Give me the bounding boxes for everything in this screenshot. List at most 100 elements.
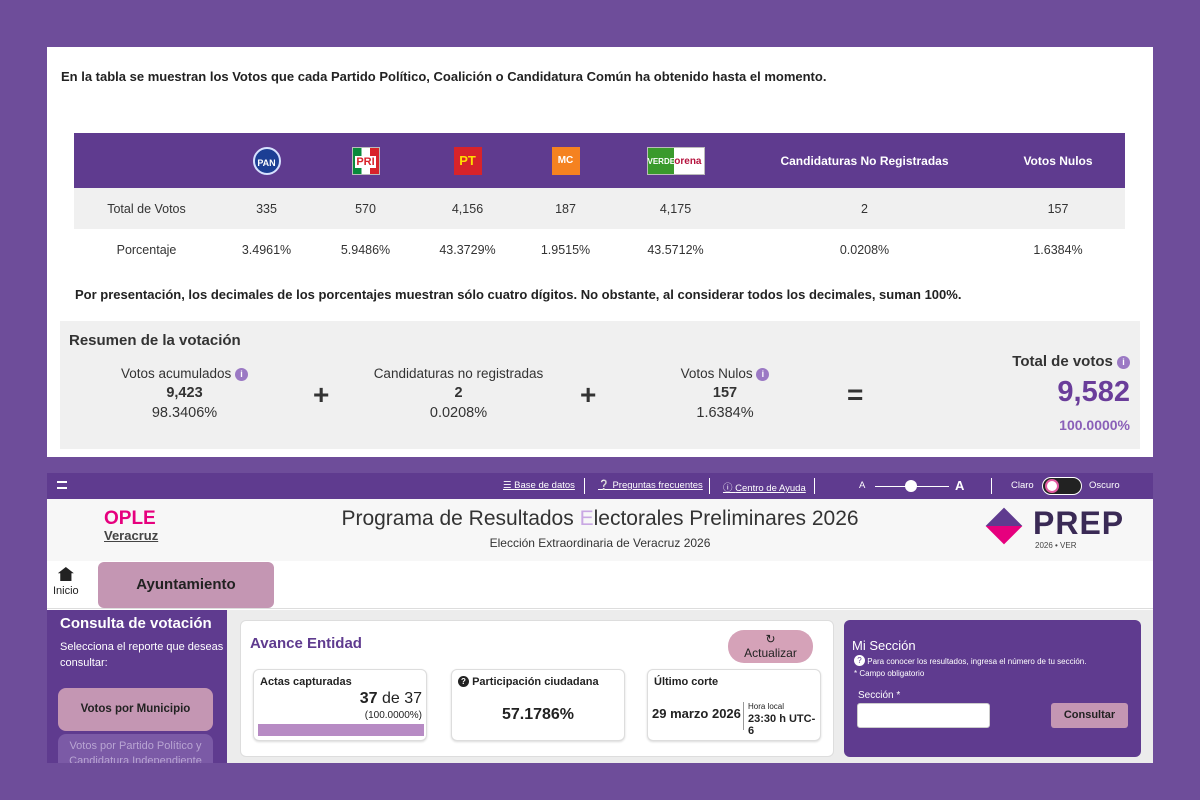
faq-link-label: Preguntas frecuentes <box>612 480 703 491</box>
participacion-value: 57.1786% <box>501 706 575 723</box>
question-icon[interactable]: ? <box>458 676 469 687</box>
page-subtitle: Elección Extraordinaria de Veracruz 2026 <box>489 536 711 550</box>
table-cell: 187 <box>518 188 613 229</box>
mi-seccion-card: Mi Sección ? Para conocer los resultados… <box>844 620 1141 757</box>
tab-ayuntamiento[interactable]: Ayuntamiento <box>98 562 274 608</box>
home-button[interactable]: Inicio <box>53 567 79 597</box>
prep-app-panel: ☰ Base de datos ❔ Preguntas frecuentes ⓘ… <box>47 473 1153 763</box>
results-panel: En la tabla se muestran los Votos que ca… <box>47 47 1153 457</box>
nulos-label: Votos Nulos <box>680 366 753 381</box>
actas-progress-fill <box>258 724 424 736</box>
prep-logo-text: PREP <box>1033 505 1125 541</box>
sidebar-desc: Selecciona el reporte que deseas consult… <box>60 641 224 669</box>
info-icon[interactable]: i <box>756 368 770 381</box>
divider <box>814 478 815 494</box>
page-header: OPLE Veracruz Programa de Resultados Ele… <box>47 499 1153 561</box>
seccion-input[interactable] <box>857 703 990 728</box>
table-cell: 4,175 <box>613 188 738 229</box>
row-label: Total de Votos <box>74 188 219 229</box>
percentage-note: Por presentación, los decimales de los p… <box>75 287 962 302</box>
votos-municipio-button[interactable]: Votos por Municipio <box>58 688 213 731</box>
theme-toggle[interactable] <box>1042 477 1082 495</box>
actas-count: 37 de 37 <box>360 690 422 708</box>
summary-total: Total de votos i 9,582 100.0000% <box>1012 353 1130 433</box>
header-votos-nulos: Votos Nulos <box>991 133 1125 188</box>
menu-icon[interactable] <box>57 481 67 489</box>
info-icon[interactable]: i <box>1117 356 1130 369</box>
consultar-button[interactable]: Consultar <box>1051 703 1128 728</box>
table-header-row: PAN PRI PT MC VERDE morena Candidaturas N… <box>74 133 1125 188</box>
avance-title: Avance Entidad <box>250 635 362 652</box>
title-part: Programa de Resultados <box>341 507 580 530</box>
votes-table: PAN PRI PT MC VERDE morena Candidaturas N… <box>74 133 1125 270</box>
table-row: Total de Votos 335 570 4,156 187 4,175 2… <box>74 188 1125 229</box>
font-size-slider-knob[interactable] <box>905 480 917 492</box>
table-cell: 570 <box>314 188 417 229</box>
participacion-card: ? Participación ciudadana 57.1786% <box>451 669 625 741</box>
info-icon[interactable]: i <box>235 368 249 381</box>
pan-logo-icon: PAN <box>252 146 281 175</box>
row-label: Porcentaje <box>74 229 219 270</box>
actas-de: de <box>381 690 400 707</box>
refresh-label: Actualizar <box>744 646 797 660</box>
divider <box>743 702 744 730</box>
table-cell: 43.5712% <box>613 229 738 270</box>
light-mode-label: Claro <box>1011 480 1034 491</box>
faq-link[interactable]: ❔ Preguntas frecuentes <box>598 480 703 491</box>
header-pri: PRI <box>314 133 417 188</box>
summary-nulos: Votos Nulos i 157 1.6384% <box>660 366 790 421</box>
summary-no-registradas: Candidaturas no registradas 2 0.0208% <box>366 366 551 421</box>
header-pan: PAN <box>219 133 314 188</box>
header-mc: MC <box>518 133 613 188</box>
table-cell: 3.4961% <box>219 229 314 270</box>
mc-logo-icon: MC <box>551 146 580 175</box>
hora-label: Hora local <box>748 702 785 711</box>
actas-label: Actas capturadas <box>260 676 352 688</box>
title-part: lectorales Preliminares 2026 <box>593 507 859 530</box>
divider <box>584 478 585 494</box>
sidebar-title: Consulta de votación <box>60 615 212 632</box>
mi-seccion-desc-2: * Campo obligatorio <box>854 669 925 678</box>
pt-logo-icon: PT <box>453 146 482 175</box>
header-no-registradas: Candidaturas No Registradas <box>738 133 991 188</box>
avance-entidad-card: Avance Entidad ↻ Actualizar Actas captur… <box>240 620 834 757</box>
table-cell: 1.9515% <box>518 229 613 270</box>
header-pt: PT <box>417 133 518 188</box>
home-label: Inicio <box>53 585 79 597</box>
actas-captured: 37 <box>359 690 378 707</box>
refresh-button[interactable]: ↻ Actualizar <box>728 630 813 663</box>
title-part: E <box>579 507 594 530</box>
sidebar: Consulta de votación Selecciona el repor… <box>47 610 227 763</box>
summary-acumulados: Votos acumulados i 9,423 98.3406% <box>112 366 257 421</box>
prep-diamond-icon <box>985 507 1023 545</box>
votos-partido-button[interactable]: Votos por Partido Político y Candidatura… <box>58 734 213 763</box>
table-cell: 0.0208% <box>738 229 991 270</box>
database-link[interactable]: ☰ Base de datos <box>503 480 575 491</box>
nav-row: Inicio Ayuntamiento <box>47 561 1153 609</box>
prep-logo: PREP 2026 • VER <box>985 505 1139 553</box>
table-cell: 1.6384% <box>991 229 1125 270</box>
top-bar: ☰ Base de datos ❔ Preguntas frecuentes ⓘ… <box>47 473 1153 499</box>
total-pct: 100.0000% <box>1059 417 1130 433</box>
font-large-label: A <box>955 478 965 493</box>
actas-pct: (100.0000%) <box>364 710 422 721</box>
divider <box>991 478 992 494</box>
participacion-label: Participación ciudadana <box>472 676 599 688</box>
table-cell: 157 <box>991 188 1125 229</box>
no-registradas-label: Candidaturas no registradas <box>373 366 544 381</box>
actas-progress-bar <box>258 724 424 736</box>
mi-seccion-desc: ? Para conocer los resultados, ingresa e… <box>854 655 1086 680</box>
pri-logo-icon: PRI <box>351 146 380 175</box>
plus-icon: + <box>580 379 597 410</box>
mi-seccion-desc-1: Para conocer los resultados, ingresa el … <box>867 657 1087 666</box>
header-verde-morena: VERDE morena <box>613 133 738 188</box>
question-icon: ? <box>854 655 865 666</box>
help-center-link[interactable]: ⓘ Centro de Ayuda <box>723 480 806 494</box>
actas-total: 37 <box>404 690 422 707</box>
table-intro: En la tabla se muestran los Votos que ca… <box>61 69 827 84</box>
help-center-link-label: Centro de Ayuda <box>735 483 806 494</box>
no-registradas-pct: 0.0208% <box>429 405 488 421</box>
no-registradas-value: 2 <box>454 385 463 401</box>
table-cell: 5.9486% <box>314 229 417 270</box>
table-cell: 4,156 <box>417 188 518 229</box>
